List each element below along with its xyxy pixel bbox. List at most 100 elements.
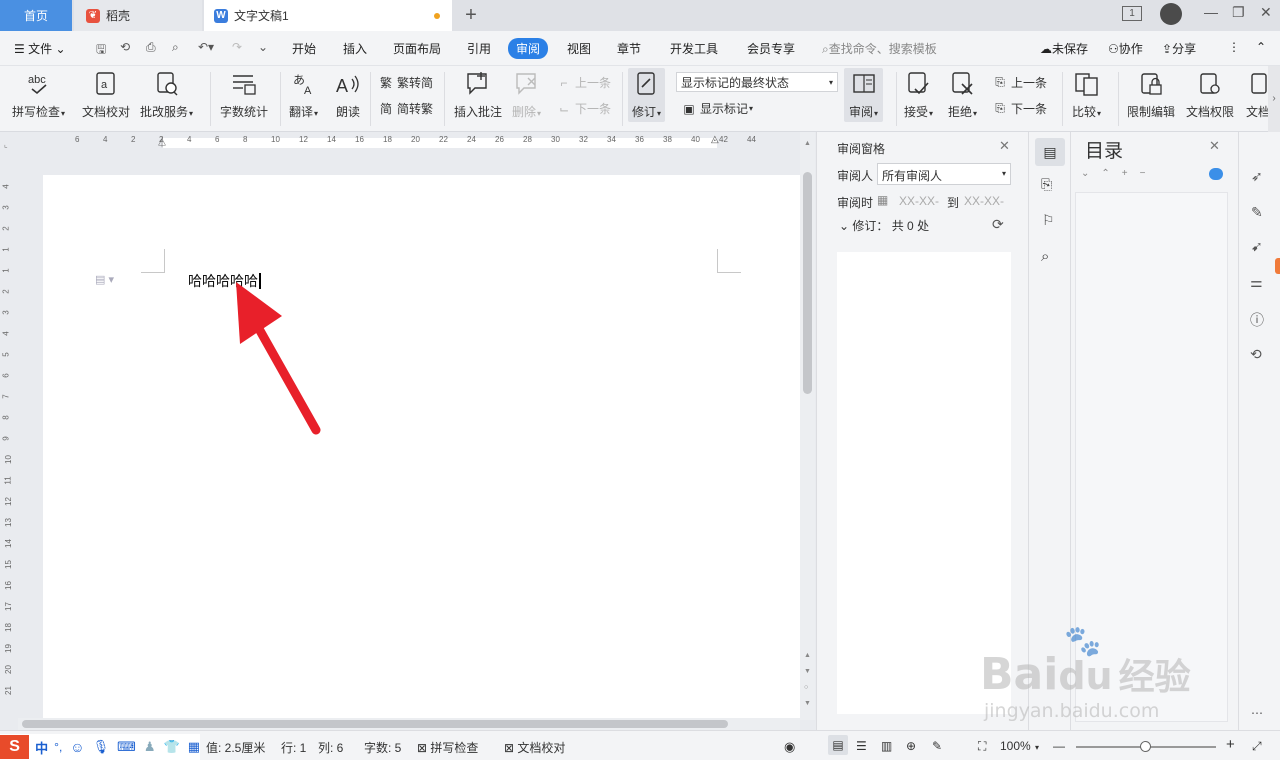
zoom-out-icon[interactable]: — (1053, 739, 1065, 753)
right-indent-marker-icon[interactable]: ◬ (711, 134, 719, 145)
menu-item-developer[interactable]: 开发工具 (670, 40, 718, 57)
menu-item-view[interactable]: 视图 (567, 40, 591, 57)
menu-item-layout[interactable]: 页面布局 (393, 40, 441, 57)
mic-icon[interactable]: 🎙 (93, 739, 110, 755)
cursor-icon[interactable]: ➹ (1251, 238, 1263, 255)
avatar[interactable] (1160, 3, 1182, 25)
document-page[interactable]: ▤ ▾ 哈哈哈哈哈 (43, 175, 800, 720)
bookmark-icon[interactable]: ⚐ (1042, 212, 1055, 229)
user-icon[interactable]: ♟ (144, 739, 156, 755)
customize-icon[interactable]: ⌄ (258, 40, 268, 54)
eye-protect-icon[interactable]: ◉ (784, 739, 795, 755)
collapse-ribbon-icon[interactable]: ⌃ (1256, 40, 1266, 54)
settings-sliders-icon[interactable]: ⚌ (1250, 274, 1263, 291)
search-icon[interactable]: ⌕ (1041, 248, 1049, 265)
close-window-icon[interactable]: ✕ (1260, 4, 1272, 21)
tab-docer[interactable]: ❦ 稻壳 (74, 0, 202, 31)
delete-comment-button[interactable]: 删除▾ (512, 70, 541, 120)
spell-check-button[interactable]: abc 拼写检查▾ (12, 70, 65, 120)
review-time-from[interactable]: XX-XX- (899, 194, 939, 208)
status-doc-proof[interactable]: ⊠ 文档校对 (504, 739, 565, 756)
sogou-logo-icon[interactable]: S (0, 735, 30, 759)
tab-stop-icon[interactable]: ⌞ (4, 140, 8, 149)
outline-panel-icon[interactable]: ▤ (1035, 138, 1065, 166)
show-markup-button[interactable]: ▣ 显示标记 ▾ (681, 100, 753, 117)
ime-lang[interactable]: 中 (35, 738, 48, 757)
reading-view-icon[interactable]: ▥ (881, 739, 892, 753)
tab-document[interactable]: W 文字文稿1 (204, 0, 452, 31)
emoji-icon[interactable]: ☺ (70, 739, 84, 755)
status-setting[interactable]: 值: 2.5厘米 (206, 739, 265, 756)
redo-icon[interactable]: ↷ (232, 40, 242, 54)
menu-item-chapter[interactable]: 章节 (617, 40, 641, 57)
ime-punct-icon[interactable]: °, (54, 740, 62, 754)
close-icon[interactable]: ✕ (999, 138, 1010, 154)
read-aloud-button[interactable]: A 朗读 (334, 70, 362, 120)
reviewer-select[interactable]: 所有审阅人 ▾ (877, 163, 1011, 185)
track-changes-button[interactable]: 修订▾ (628, 68, 666, 122)
next-change-button[interactable]: ⎘ 下一条 (992, 100, 1047, 117)
status-spell-check[interactable]: ⊠ 拼写检查 (417, 739, 478, 756)
restrict-edit-button[interactable]: 限制编辑 (1127, 70, 1175, 120)
toc-tool-icons[interactable]: ⌄⌃+− (1081, 168, 1157, 179)
calendar-icon[interactable]: ▦ (877, 193, 888, 207)
refresh-icon[interactable]: ⟳ (992, 216, 1004, 233)
scroll-up-icon[interactable]: ▲ (804, 140, 811, 147)
quick-save-icon[interactable]: 🖫 (96, 40, 106, 61)
toolbox-icon[interactable]: ▦ (188, 739, 200, 755)
web-view-icon[interactable]: ⊕ (906, 739, 916, 753)
compare-button[interactable]: 比较▾ (1072, 70, 1101, 120)
print-icon[interactable]: ⎙ (146, 40, 156, 55)
paragraph-handle-icon[interactable]: ▤ ▾ (95, 273, 114, 286)
review-pane-button[interactable]: 审阅▾ (844, 68, 884, 122)
command-search[interactable]: ⌕查找命令、搜索模板 (822, 40, 937, 57)
menu-item-start[interactable]: 开始 (292, 40, 316, 57)
trad-to-simp-button[interactable]: 繁繁转简 (378, 74, 433, 91)
indent-marker-icon[interactable]: ⏃ (157, 134, 167, 149)
page-view-icon[interactable]: ▤ (828, 735, 848, 755)
doc-proof-button[interactable]: a 文档校对 (82, 70, 130, 120)
reject-button[interactable]: 拒绝▾ (948, 70, 977, 120)
ribbon-scroll-right-icon[interactable]: › (1268, 66, 1280, 132)
tab-home[interactable]: 首页 (0, 0, 72, 31)
quick-undo-tools-icon[interactable]: ⟲ (120, 40, 130, 54)
revise-service-button[interactable]: 批改服务▾ (140, 70, 193, 120)
page-nav-icons[interactable]: ▲ ▼ ○ ▼ (804, 648, 811, 712)
pen-icon[interactable]: ✎ (1251, 204, 1263, 221)
close-icon[interactable]: ✕ (1209, 138, 1220, 154)
share-button[interactable]: ⇪分享 (1162, 40, 1196, 57)
preview-icon[interactable]: ⌕ (172, 40, 179, 55)
prev-comment-button[interactable]: ⌐ 上一条 (556, 74, 611, 91)
vertical-scroll-thumb[interactable] (803, 172, 812, 394)
menu-item-review[interactable]: 审阅 (508, 38, 549, 59)
rocket-icon[interactable]: ➶ (1251, 168, 1263, 185)
more-menu-icon[interactable]: ⋮ (1228, 40, 1240, 54)
next-comment-button[interactable]: ⌙ 下一条 (556, 100, 611, 117)
new-tab-button[interactable]: + (460, 4, 482, 27)
markup-state-select[interactable]: 显示标记的最终状态 ▾ (676, 72, 838, 92)
write-view-icon[interactable]: ✎ (932, 739, 942, 753)
insert-comment-button[interactable]: 插入批注 (454, 70, 502, 120)
more-icon[interactable]: ⋯ (1251, 706, 1263, 720)
translate-button[interactable]: あA 翻译▾ (289, 70, 318, 120)
fullscreen-icon[interactable]: ⤢ (1252, 739, 1262, 754)
menu-item-member[interactable]: 会员专享 (747, 40, 795, 57)
unsaved-button[interactable]: ☁未保存 (1040, 40, 1088, 57)
zoom-slider-thumb[interactable] (1140, 741, 1151, 752)
simp-to-trad-button[interactable]: 简简转繁 (378, 100, 433, 117)
prev-change-button[interactable]: ⎘ 上一条 (992, 74, 1047, 91)
window-count-icon[interactable]: 1 (1122, 6, 1142, 21)
navigation-icon[interactable]: ⎘ (1041, 176, 1052, 193)
fit-window-icon[interactable]: ⛶ (978, 739, 986, 754)
horizontal-scroll-thumb[interactable] (22, 720, 728, 728)
accept-button[interactable]: 接受▾ (904, 70, 933, 120)
side-badge[interactable] (1275, 258, 1280, 274)
document-area[interactable]: ▤ ▾ 哈哈哈哈哈 (18, 150, 800, 720)
restore-icon[interactable]: ❐ (1232, 4, 1245, 21)
revision-count[interactable]: ⌄ 修订： 共 0 处 (839, 217, 929, 234)
word-count-button[interactable]: 字数统计 (220, 70, 268, 120)
menu-item-insert[interactable]: 插入 (343, 40, 367, 57)
zoom-in-icon[interactable]: + (1226, 736, 1235, 753)
outline-view-icon[interactable]: ☰ (856, 739, 867, 753)
doc-rights-button[interactable]: 文档权限 (1186, 70, 1234, 120)
